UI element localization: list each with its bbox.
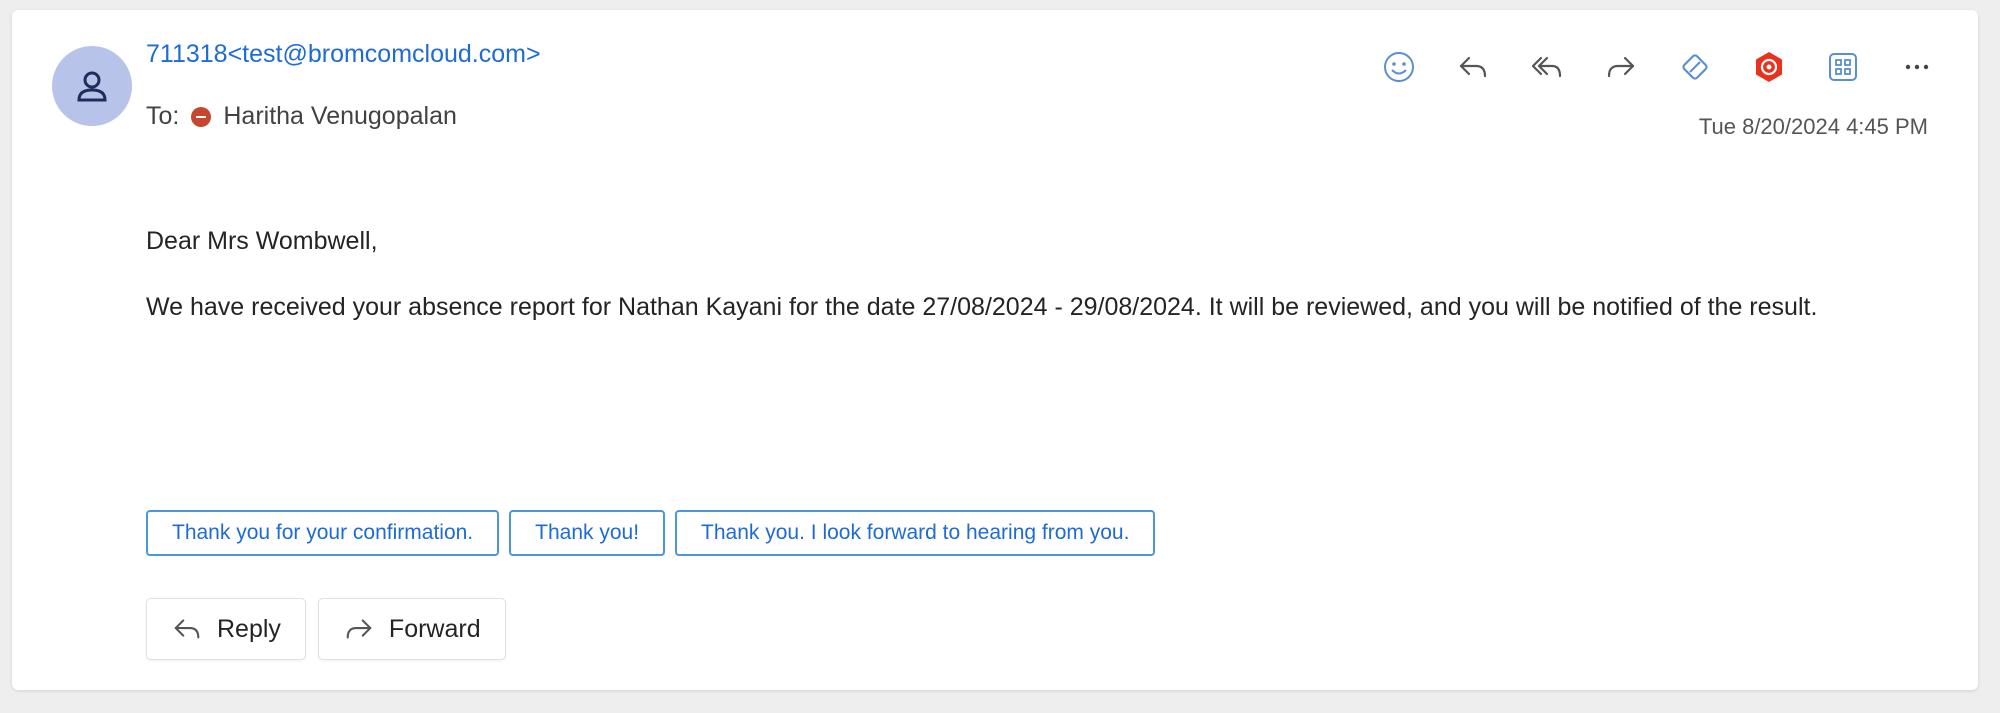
apps-icon: [1829, 53, 1857, 81]
forward-icon: [346, 619, 372, 639]
message-date: Tue 8/20/2024 4:45 PM: [1698, 114, 1928, 139]
more-icon: [1905, 64, 1929, 70]
forward-action-button[interactable]: Forward: [317, 598, 506, 660]
tag-icon: [1682, 54, 1708, 80]
suggested-reply-chip[interactable]: Thank you!: [509, 510, 666, 556]
reply-all-button[interactable]: [1524, 44, 1570, 90]
presence-busy-icon: [191, 106, 212, 127]
reply-label: Reply: [217, 614, 281, 643]
addin-icon: [1756, 52, 1782, 82]
emoji-icon: [1384, 52, 1414, 82]
reply-button[interactable]: [1450, 44, 1496, 90]
message-card: 711318<test@bromcomcloud.com> To: Harith…: [12, 10, 1978, 690]
forward-label: Forward: [388, 614, 481, 643]
suggested-reply-chip[interactable]: Thank you for your confirmation.: [146, 510, 500, 556]
message-body: Dear Mrs Wombwell, We have received your…: [146, 220, 1906, 328]
emoji-button[interactable]: [1376, 44, 1422, 90]
reply-action-button[interactable]: Reply: [146, 598, 306, 660]
tag-button[interactable]: [1672, 44, 1718, 90]
recipient-line: To: Haritha Venugopalan: [146, 102, 457, 131]
message-text: We have received your absence report for…: [146, 293, 1818, 321]
reply-icon: [1459, 56, 1487, 78]
recipient-name[interactable]: Haritha Venugopalan: [223, 102, 457, 131]
suggested-replies: Thank you for your confirmation. Thank y…: [146, 510, 1156, 556]
person-icon: [77, 71, 107, 102]
sender-avatar[interactable]: [52, 46, 132, 126]
apps-button[interactable]: [1820, 44, 1866, 90]
more-options-button[interactable]: [1894, 44, 1940, 90]
message-greeting: Dear Mrs Wombwell,: [146, 227, 378, 255]
suggested-reply-chip[interactable]: Thank you. I look forward to hearing fro…: [675, 510, 1156, 556]
reply-icon: [174, 619, 200, 639]
sender-address[interactable]: 711318<test@bromcomcloud.com>: [146, 40, 541, 69]
message-toolbar: [1376, 44, 1940, 90]
forward-button[interactable]: [1598, 44, 1644, 90]
reply-actions: Reply Forward: [146, 598, 506, 660]
forward-icon: [1607, 56, 1635, 78]
addin-button[interactable]: [1746, 44, 1792, 90]
to-label: To:: [146, 102, 180, 130]
reply-all-icon: [1531, 56, 1562, 78]
